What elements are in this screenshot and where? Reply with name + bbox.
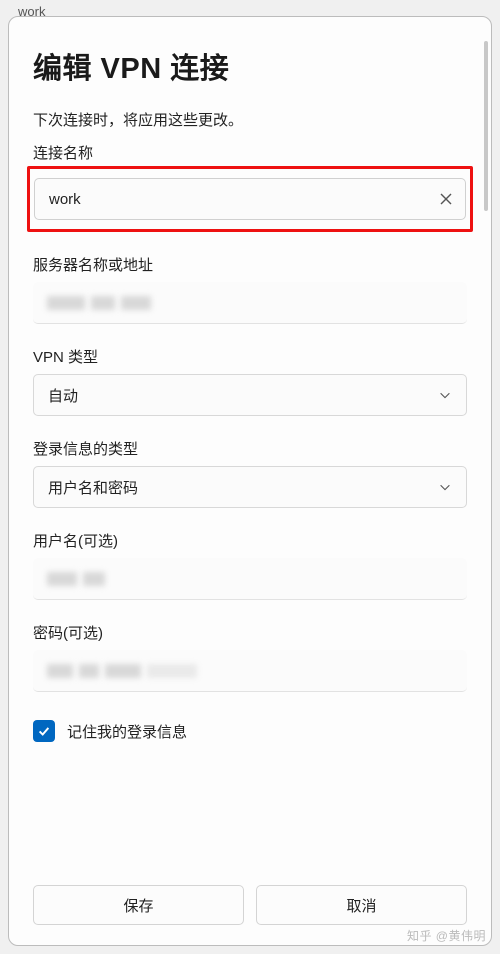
remember-checkbox-row[interactable]: 记住我的登录信息 (33, 720, 467, 742)
signin-type-select[interactable]: 用户名和密码 (33, 466, 467, 508)
server-input[interactable] (33, 282, 467, 324)
remember-checkbox[interactable] (33, 720, 55, 742)
vpn-type-label: VPN 类型 (33, 346, 467, 367)
signin-type-value: 用户名和密码 (48, 477, 138, 498)
password-label: 密码(可选) (33, 622, 467, 643)
chevron-down-icon (438, 480, 452, 494)
dialog-subtitle: 下次连接时，将应用这些更改。 (33, 109, 467, 130)
scrollbar[interactable] (484, 41, 488, 211)
connection-name-label: 连接名称 (33, 142, 467, 163)
username-label: 用户名(可选) (33, 530, 467, 551)
connection-name-highlight (27, 166, 473, 232)
save-button[interactable]: 保存 (33, 885, 244, 925)
password-input[interactable] (33, 650, 467, 692)
dialog-title: 编辑 VPN 连接 (33, 45, 467, 87)
cancel-button[interactable]: 取消 (256, 885, 467, 925)
username-input[interactable] (33, 558, 467, 600)
connection-name-input[interactable] (34, 178, 466, 220)
dialog-button-row: 保存 取消 (33, 885, 467, 925)
chevron-down-icon (438, 388, 452, 402)
signin-type-label: 登录信息的类型 (33, 438, 467, 459)
watermark: 知乎 @黄伟明 (407, 927, 486, 944)
edit-vpn-dialog: 编辑 VPN 连接 下次连接时，将应用这些更改。 连接名称 服务器名称或地址 V… (8, 16, 492, 946)
clear-icon[interactable] (438, 191, 454, 207)
remember-label: 记住我的登录信息 (67, 721, 187, 742)
server-label: 服务器名称或地址 (33, 254, 467, 275)
vpn-type-value: 自动 (48, 385, 78, 406)
vpn-type-select[interactable]: 自动 (33, 374, 467, 416)
